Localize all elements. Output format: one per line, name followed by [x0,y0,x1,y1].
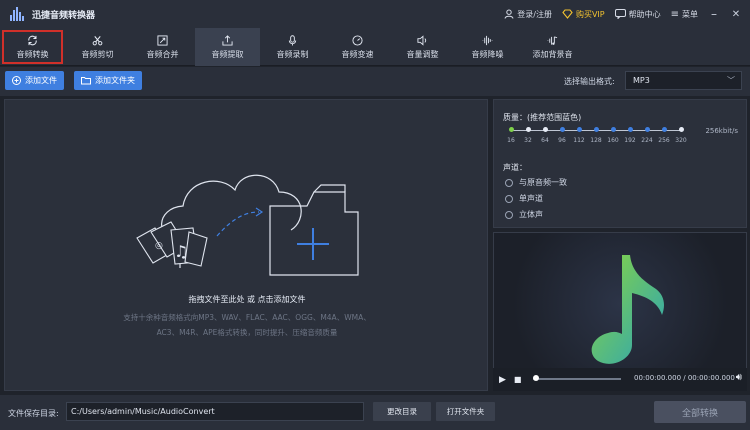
radio-circle-icon [505,194,513,203]
quality-step-dot[interactable] [542,127,548,132]
open-folder-button[interactable]: 打开文件夹 [436,402,495,421]
quality-step-dot[interactable] [644,127,650,132]
drop-illustration: ♫ ◎ [136,174,359,276]
help-center-link[interactable]: 帮助中心 [614,9,661,20]
channel-original-radio[interactable]: 与原音频一致 [505,177,567,188]
tab-audio-speed[interactable]: 音频变速 [325,28,390,66]
volume-icon[interactable]: 🔊︎ [736,372,742,383]
tab-audio-merge[interactable]: 音频合并 [130,28,195,66]
stop-button[interactable]: ■ [514,375,522,384]
app-title: 迅捷音频转换器 [32,10,96,21]
minimize-button[interactable]: – [708,7,720,21]
channel-mono-radio[interactable]: 单声道 [505,193,543,204]
quality-step-dot[interactable] [576,127,582,132]
svg-text:◎: ◎ [155,241,163,251]
drop-hint: 拖拽文件至此处 或 点击添加文件 [188,295,306,304]
buy-vip-link[interactable]: 购买VIP [562,9,605,20]
vip-diamond-icon [562,9,573,19]
chat-icon [614,9,626,19]
music-note-icon [591,255,664,364]
close-button[interactable]: ✕ [730,9,742,20]
hamburger-icon: ≡ [670,8,679,20]
tab-audio-extract[interactable]: 音频提取 [195,28,260,66]
convert-all-button[interactable]: 全部转换 [654,401,746,423]
file-drop-zone[interactable]: ♫ ◎ 拖拽文件至此处 或 点击添加文件 支持十余种音频格式向MP3、WAV、F… [4,99,488,391]
quality-step-dot[interactable] [508,127,514,132]
quality-step-dot[interactable] [559,127,565,132]
quality-step-dot[interactable] [593,127,599,132]
microphone-icon [288,34,297,46]
merge-icon [157,34,168,46]
extract-icon [222,34,233,46]
play-button[interactable]: ▶ [499,375,506,385]
tab-audio-cut[interactable]: 音频剪切 [65,28,130,66]
tab-add-background-music[interactable]: 添加背景音 [520,28,585,66]
tab-audio-record[interactable]: 音频录制 [260,28,325,66]
speed-icon [352,34,363,46]
title-bar: 迅捷音频转换器 登录/注册 购买VIP 帮助中心 ≡ 菜单 – ✕ [0,0,750,28]
quality-rate: 256kbit/s [705,127,738,135]
save-dir-input[interactable]: C:/Users/admin/Music/AudioConvert [66,402,364,421]
quality-step-dot[interactable] [627,127,633,132]
playback-time: 00:00:00.000 / 00:00:00.000 [634,374,735,382]
chevron-down-icon: ﹀ [727,76,735,85]
settings-panel: 质量：(推荐范围蓝色) 16 32 64 96 112 128 160 192 224 256 32… [493,99,747,228]
seek-handle[interactable] [533,375,539,381]
feature-tabs: 音频转换 音频剪切 音频合并 音频提取 音频录制 音频变速 音量调整 音频降噪 … [0,28,750,66]
channel-title: 声道： [503,163,527,172]
quality-step-dot[interactable] [610,127,616,132]
login-link[interactable]: 登录/注册 [504,9,552,20]
menu-button[interactable]: ≡ 菜单 [671,9,698,20]
radio-circle-icon [505,178,513,187]
background-music-icon [547,35,558,45]
action-bar: 添加文件 添加文件夹 选择输出格式: MP3 ﹀ [0,67,750,96]
tab-audio-convert[interactable]: 音频转换 [0,28,65,66]
tab-audio-denoise[interactable]: 音频降噪 [455,28,520,66]
radio-circle-icon [505,210,513,219]
plus-circle-icon [12,76,21,85]
quality-step-dot[interactable] [661,127,667,132]
seek-bar[interactable] [533,378,621,380]
audio-files-icon [136,221,208,267]
denoise-icon [482,35,493,45]
channel-stereo-radio[interactable]: 立体声 [505,209,543,220]
scissors-icon [92,35,103,45]
volume-adjust-icon [417,34,427,46]
quality-tick-label: 320 [675,137,687,144]
refresh-icon [28,35,37,45]
add-file-button[interactable]: 添加文件 [5,71,64,90]
quality-step-dot[interactable] [678,127,684,132]
quality-step-dot[interactable] [525,127,531,132]
svg-text:♫: ♫ [174,242,188,261]
add-folder-button[interactable]: 添加文件夹 [74,71,142,90]
quality-title: 质量：(推荐范围蓝色) [503,113,582,122]
output-format-select[interactable]: MP3 ﹀ [625,71,742,90]
bottom-bar: 文件保存目录: C:/Users/admin/Music/AudioConver… [0,395,750,430]
app-logo-icon [10,7,24,21]
folder-icon [81,77,91,85]
dashed-arrow [216,211,260,237]
supported-formats-text: 支持十余种音频格式向MP3、WAV、FLAC、AAC、OGG、M4A、WMA、A… [123,313,371,337]
tab-volume-adjust[interactable]: 音量调整 [390,28,455,66]
audio-player: ▶ ■ 00:00:00.000 / 00:00:00.000 🔊︎ [493,368,747,391]
save-dir-label: 文件保存目录: [8,409,59,418]
output-format-label: 选择输出格式: [564,77,615,86]
user-icon [504,9,514,19]
change-dir-button[interactable]: 更改目录 [373,402,431,421]
